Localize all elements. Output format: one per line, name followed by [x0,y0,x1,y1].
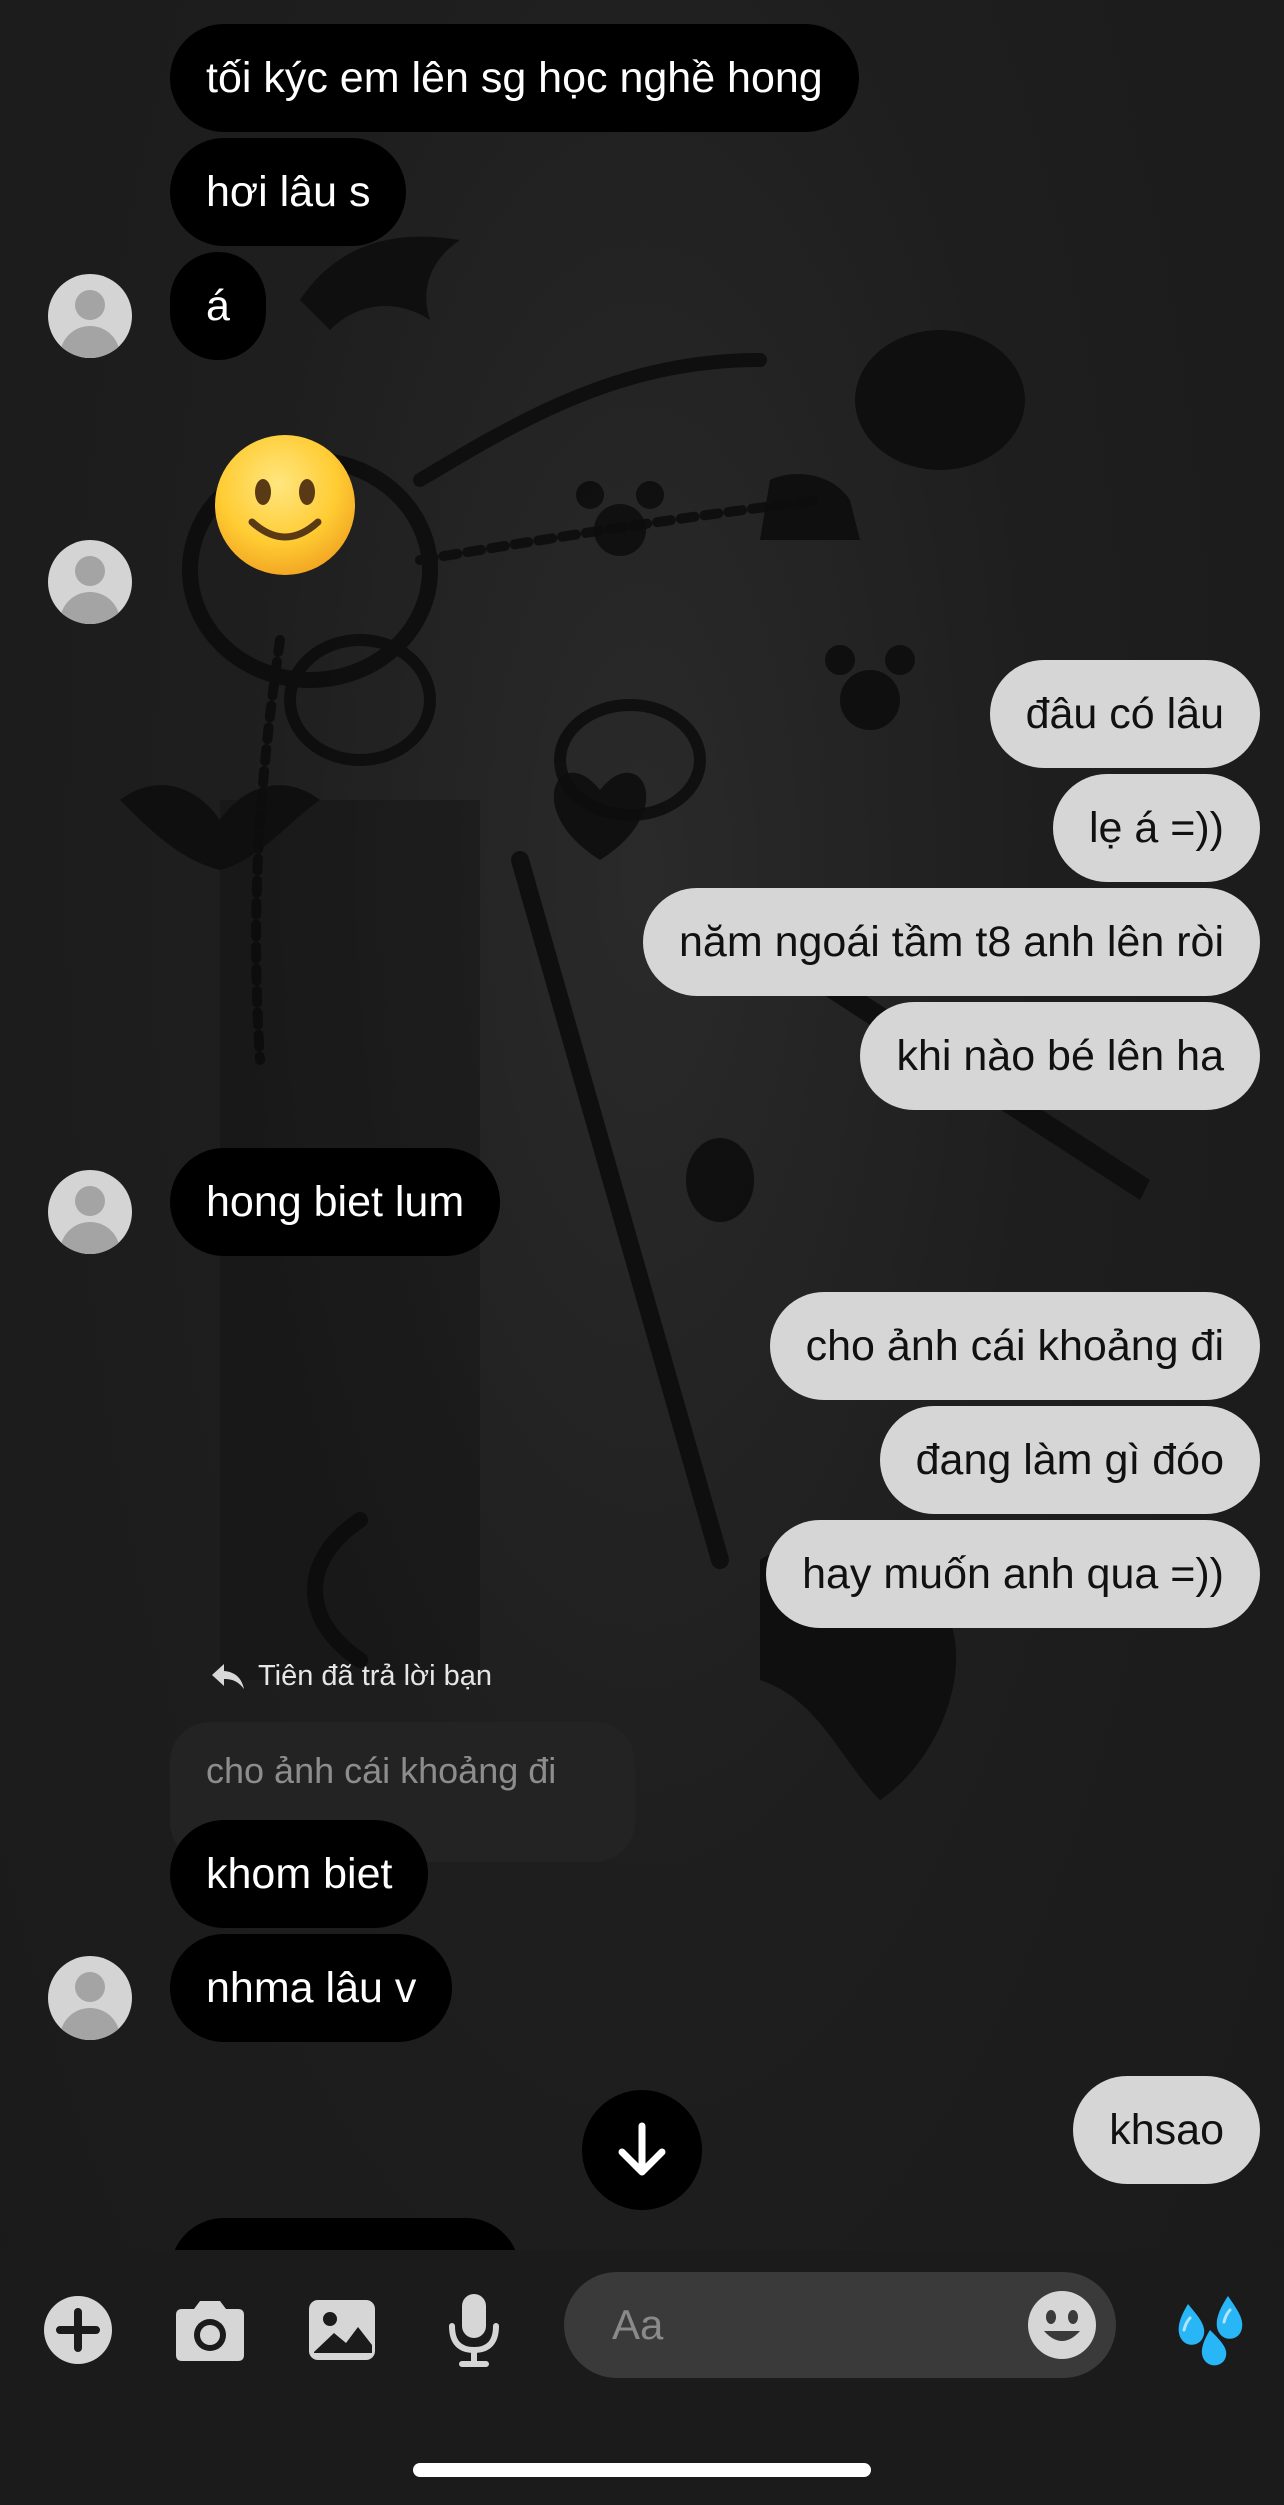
outgoing-message[interactable]: hay muốn anh qua =)) [766,1520,1260,1628]
contact-avatar[interactable] [48,1170,132,1254]
reply-arrow-icon [212,1663,244,1689]
quoted-text: cho ảnh cái khoảng đi [206,1750,557,1791]
message-text: cho ảnh cái khoảng đi [805,1321,1224,1370]
message-text: hơi lâu s [206,167,371,216]
emoji-button[interactable] [1026,2289,1098,2361]
message-text: khi nào bé lên ha [896,1031,1224,1080]
message-text: hay muốn anh qua =)) [802,1549,1224,1598]
outgoing-message[interactable]: đang làm gì đóo [879,1406,1260,1514]
camera-button[interactable] [170,2290,250,2370]
plus-icon [44,2296,112,2364]
contact-avatar[interactable] [48,274,132,358]
slight-smile-emoji-icon [215,435,355,575]
voice-button[interactable] [434,2290,514,2370]
message-text: khsao [1109,2105,1224,2154]
incoming-message[interactable]: nhma lâu v [170,1934,453,2042]
contact-avatar[interactable] [48,540,132,624]
reply-label-text: Tiên đã trả lời bạn [258,1660,492,1692]
add-button[interactable] [38,2290,118,2370]
contact-avatar[interactable] [48,1956,132,2040]
emoji-icon [1028,2291,1096,2359]
message-text: năm ngoái tầm t8 anh lên ròi [679,917,1224,966]
gallery-button[interactable] [302,2290,382,2370]
incoming-message[interactable]: hơi lâu s [170,138,407,246]
message-text: lẹ á =)) [1088,803,1224,852]
emoji-message[interactable] [210,430,360,580]
arrow-down-icon [618,2122,666,2176]
gallery-icon [309,2300,375,2360]
message-text: tối kýc em lên sg học nghề hong [206,53,823,102]
message-text: đâu có lâu [1025,689,1224,738]
incoming-message[interactable]: hong biet lum [170,1148,501,1256]
incoming-message[interactable]: khom biet [170,1820,429,1928]
quick-reaction-button[interactable] [1168,2284,1258,2374]
message-text: hong biet lum [206,1177,465,1226]
message-text: á [206,281,230,330]
incoming-message[interactable]: á [170,252,266,360]
home-indicator[interactable] [413,2463,871,2477]
outgoing-message[interactable]: cho ảnh cái khoảng đi [769,1292,1260,1400]
message-text: khom biet [206,1849,393,1898]
incoming-message-partial[interactable] [170,2218,520,2250]
message-input-container[interactable] [564,2272,1116,2378]
outgoing-message[interactable]: khsao [1073,2076,1260,2184]
droplets-icon [1178,2296,1243,2366]
message-text: đang làm gì đóo [915,1435,1224,1484]
message-input[interactable] [610,2300,974,2350]
outgoing-message[interactable]: năm ngoái tầm t8 anh lên ròi [643,888,1260,996]
message-list[interactable]: tối kýc em lên sg học nghề hong hơi lâu … [0,0,1284,2250]
message-text: nhma lâu v [206,1963,417,2012]
incoming-message[interactable]: tối kýc em lên sg học nghề hong [170,24,859,132]
microphone-icon [449,2294,499,2367]
scroll-to-bottom-button[interactable] [582,2090,702,2210]
camera-icon [176,2301,244,2361]
outgoing-message[interactable]: lẹ á =)) [1052,774,1260,882]
reply-indicator: Tiên đã trả lời bạn [210,1660,492,1693]
outgoing-message[interactable]: khi nào bé lên ha [860,1002,1260,1110]
outgoing-message[interactable]: đâu có lâu [989,660,1260,768]
